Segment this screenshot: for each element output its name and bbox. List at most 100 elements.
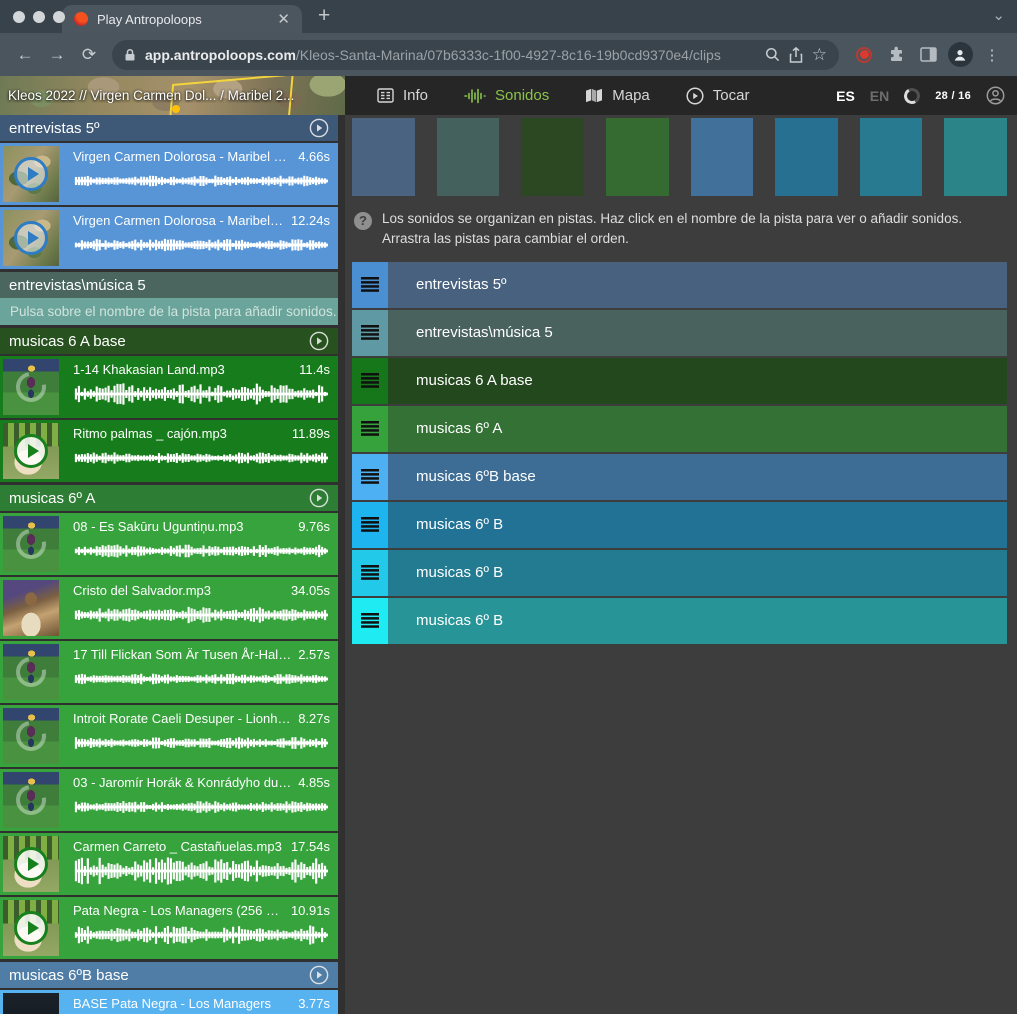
lang-en-button[interactable]: EN: [870, 88, 889, 104]
track-color-swatch[interactable]: [352, 118, 415, 196]
audio-clip[interactable]: 1-14 Khakasian Land.mp311.4s: [0, 356, 338, 418]
courtyard-photo[interactable]: [3, 210, 59, 266]
track-color-swatch[interactable]: [691, 118, 754, 196]
zoom-page-icon[interactable]: [765, 47, 780, 62]
url-text[interactable]: app.antropoloops.com/Kleos-Santa-Marina/…: [145, 47, 756, 63]
track-section-header[interactable]: musicas 6 A base: [0, 328, 338, 354]
maximize-window-button[interactable]: [53, 11, 65, 23]
drag-handle[interactable]: [352, 550, 388, 596]
audio-clip[interactable]: Introit Rorate Caeli Desuper - Lionheart…: [0, 705, 338, 767]
play-clip-icon[interactable]: [3, 210, 59, 266]
drag-handle[interactable]: [352, 502, 388, 548]
close-tab-icon[interactable]: ✕: [277, 10, 290, 28]
nav-tab-info[interactable]: Info: [377, 87, 428, 104]
minimize-window-button[interactable]: [33, 11, 45, 23]
clip-waveform[interactable]: [73, 728, 330, 758]
lang-es-button[interactable]: ES: [836, 88, 855, 104]
profile-avatar[interactable]: [945, 42, 975, 67]
dog-photo[interactable]: [3, 836, 59, 892]
nav-tab-tocar[interactable]: Tocar: [686, 87, 750, 105]
nav-tab-sonidos[interactable]: Sonidos: [464, 87, 549, 104]
address-bar[interactable]: app.antropoloops.com/Kleos-Santa-Marina/…: [112, 40, 839, 70]
track-color-swatch[interactable]: [437, 118, 500, 196]
drag-handle[interactable]: [352, 598, 388, 644]
play-track-button[interactable]: [309, 118, 329, 138]
back-button[interactable]: ←: [10, 45, 40, 65]
audio-clip[interactable]: 03 - Jaromír Horák & Konrádyho dudácká .…: [0, 769, 338, 831]
clip-waveform[interactable]: [73, 920, 330, 950]
track-color-swatch[interactable]: [775, 118, 838, 196]
audio-clip[interactable]: Virgen Carmen Dolorosa - Maribel 2.mp312…: [0, 207, 338, 269]
drag-handle[interactable]: [352, 358, 388, 404]
clip-waveform[interactable]: [73, 536, 330, 566]
clip-waveform[interactable]: [73, 792, 330, 822]
drag-handle[interactable]: [352, 262, 388, 308]
clip-waveform[interactable]: [73, 856, 330, 886]
dog-photo[interactable]: [3, 423, 59, 479]
clip-waveform[interactable]: [73, 230, 330, 260]
reload-button[interactable]: ⟳: [74, 45, 104, 65]
play-track-button[interactable]: [309, 331, 329, 351]
audio-clip[interactable]: 17 Till Flickan Som Är Tusen År-Halling …: [0, 641, 338, 703]
close-window-button[interactable]: [13, 11, 25, 23]
share-icon[interactable]: [789, 47, 803, 63]
dog-photo[interactable]: [3, 900, 59, 956]
track-name-button[interactable]: entrevistas\música 5: [388, 310, 1007, 356]
track-section-name[interactable]: entrevistas\música 5: [9, 277, 329, 294]
audio-clip[interactable]: Cristo del Salvador.mp334.05s: [0, 577, 338, 639]
drag-handle[interactable]: [352, 406, 388, 452]
new-tab-button[interactable]: +: [318, 4, 330, 28]
clip-waveform[interactable]: [73, 443, 330, 473]
track-color-swatch[interactable]: [944, 118, 1007, 196]
track-name-button[interactable]: musicas 6º B: [388, 550, 1007, 596]
footballer-photo[interactable]: [3, 644, 59, 700]
track-name-button[interactable]: entrevistas 5º: [388, 262, 1007, 308]
track-section-name[interactable]: entrevistas 5º: [9, 120, 309, 137]
audio-clip[interactable]: Virgen Carmen Dolorosa - Maribel 2.mp34.…: [0, 143, 338, 205]
courtyard-photo[interactable]: [3, 146, 59, 202]
track-section-name[interactable]: musicas 6ºB base: [9, 967, 309, 984]
play-track-button[interactable]: [309, 965, 329, 985]
track-section-header[interactable]: entrevistas\música 5: [0, 272, 338, 298]
side-panel-icon[interactable]: [913, 47, 943, 62]
record-extension-icon[interactable]: [849, 47, 879, 63]
audio-clip[interactable]: Carmen Carreto _ Castañuelas.mp317.54s: [0, 833, 338, 895]
extensions-puzzle-icon[interactable]: [881, 46, 911, 63]
forward-button[interactable]: →: [42, 45, 72, 65]
track-section-header[interactable]: musicas 6º A: [0, 485, 338, 511]
track-color-swatch[interactable]: [521, 118, 584, 196]
track-name-button[interactable]: musicas 6ºB base: [388, 454, 1007, 500]
track-section-name[interactable]: musicas 6º A: [9, 490, 309, 507]
browser-tab[interactable]: Play Antropoloops ✕: [62, 5, 302, 33]
track-name-button[interactable]: musicas 6 A base: [388, 358, 1007, 404]
project-banner-image[interactable]: Kleos 2022 // Virgen Carmen Dol... / Mar…: [0, 76, 345, 115]
clip-waveform[interactable]: [73, 600, 330, 630]
play-track-button[interactable]: [309, 488, 329, 508]
track-name-button[interactable]: musicas 6º A: [388, 406, 1007, 452]
audio-clip[interactable]: 08 - Es Sakūru Uguntiņu.mp39.76s: [0, 513, 338, 575]
browser-menu-icon[interactable]: ⋮: [977, 46, 1007, 64]
track-name-button[interactable]: musicas 6º B: [388, 598, 1007, 644]
audio-clip[interactable]: BASE Pata Negra - Los Managers3.77s: [0, 990, 338, 1014]
account-icon[interactable]: [986, 86, 1005, 105]
nav-tab-mapa[interactable]: Mapa: [585, 87, 650, 104]
drag-handle[interactable]: [352, 310, 388, 356]
audio-clip[interactable]: Pata Negra - Los Managers (256 kbps).mp3…: [0, 897, 338, 959]
track-name-button[interactable]: musicas 6º B: [388, 502, 1007, 548]
footballer-photo[interactable]: [3, 516, 59, 572]
play-clip-icon[interactable]: [3, 836, 59, 892]
clip-waveform[interactable]: [73, 379, 330, 409]
play-clip-icon[interactable]: [3, 900, 59, 956]
footballer-photo[interactable]: [3, 772, 59, 828]
breadcrumb[interactable]: Kleos 2022 // Virgen Carmen Dol... / Mar…: [0, 88, 294, 103]
footballer-photo[interactable]: [3, 359, 59, 415]
play-clip-icon[interactable]: [3, 146, 59, 202]
footballer-photo[interactable]: [3, 708, 59, 764]
audio-clip[interactable]: Ritmo palmas _ cajón.mp311.89s: [0, 420, 338, 482]
bookmark-star-icon[interactable]: ☆: [812, 45, 827, 65]
clip-waveform[interactable]: [73, 166, 330, 196]
dark-photo[interactable]: [3, 993, 59, 1014]
tab-search-chevron-icon[interactable]: ⌄: [992, 6, 1005, 24]
track-section-name[interactable]: musicas 6 A base: [9, 333, 309, 350]
play-clip-icon[interactable]: [3, 423, 59, 479]
